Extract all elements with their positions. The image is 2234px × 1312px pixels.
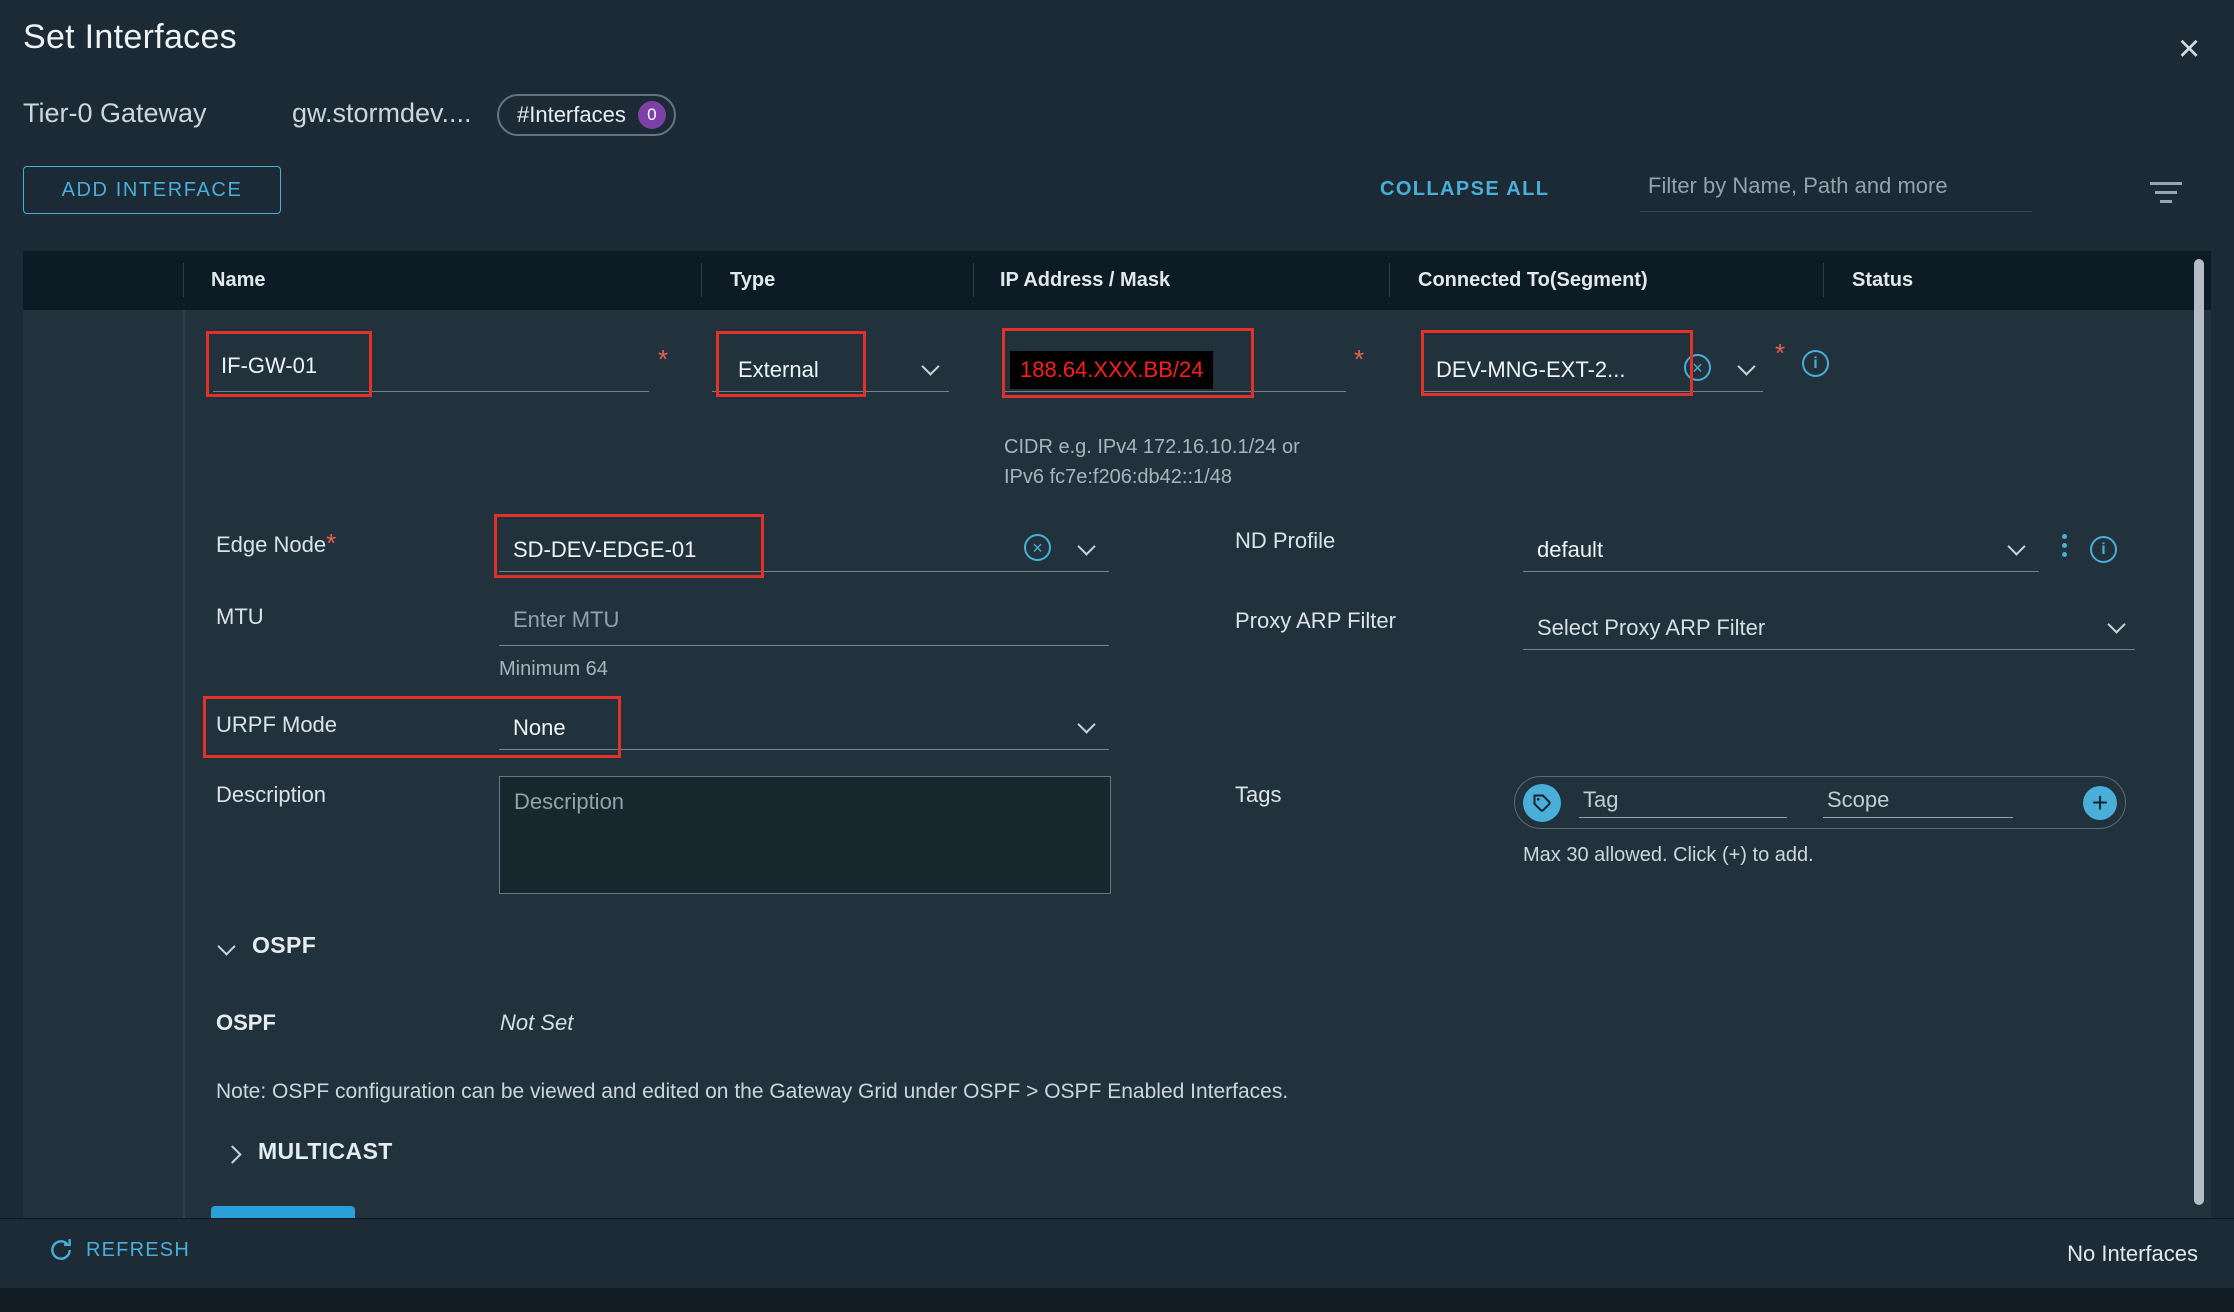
edge-node-label: Edge Node* [216,528,336,559]
collapse-all-button[interactable]: COLLAPSE ALL [1380,178,1549,201]
type-value: External [738,357,819,383]
column-divider [1389,263,1390,297]
edge-node-required-marker: * [326,528,336,558]
proxy-arp-value: Select Proxy ARP Filter [1537,615,1765,641]
column-divider [701,263,702,297]
footer-bar: REFRESH No Interfaces [0,1218,2234,1288]
info-icon[interactable]: i [2090,536,2117,563]
chevron-down-icon [1737,357,1755,375]
refresh-icon [48,1237,74,1263]
column-divider [1823,263,1824,297]
ip-helper-line2: IPv6 fc7e:f206:db42::1/48 [1004,466,1232,489]
table-header-row: Name Type IP Address / Mask Connected To… [23,251,2211,310]
mtu-input[interactable] [499,602,1109,646]
column-header-type: Type [730,269,775,292]
column-divider [973,263,974,297]
column-header-status: Status [1852,269,1913,292]
column-header-ip: IP Address / Mask [1000,269,1170,292]
breadcrumb-gateway-name: gw.stormdev.... [292,98,472,129]
mtu-helper: Minimum 64 [499,658,608,681]
connected-to-select[interactable]: DEV-MNG-EXT-2... × [1422,348,1763,392]
tag-input[interactable] [1579,787,1787,818]
ospf-section-toggle[interactable]: OSPF [220,932,316,968]
type-select[interactable]: External [712,348,949,392]
ip-helper-line1: CIDR e.g. IPv4 172.16.10.1/24 or [1004,436,1300,459]
nd-profile-label: ND Profile [1235,528,1335,554]
tags-helper: Max 30 allowed. Click (+) to add. [1523,844,1814,867]
column-header-name: Name [211,269,265,292]
info-icon[interactable]: i [1802,350,1829,377]
urpf-mode-value: None [513,715,566,741]
interfaces-count-badge: 0 [638,101,666,129]
tags-control: + [1514,776,2126,829]
set-interfaces-dialog: Set Interfaces × Tier-0 Gateway gw.storm… [0,0,2234,1312]
description-label: Description [216,782,326,808]
ip-address-field[interactable]: 188.64.XXX.BB/24 [1004,348,1346,392]
ospf-field-label: OSPF [216,1010,276,1036]
edge-node-value: SD-DEV-EDGE-01 [513,537,696,563]
chevron-down-icon [921,357,939,375]
urpf-mode-select[interactable]: None [499,706,1109,750]
filter-icon[interactable] [2146,182,2186,203]
bottom-strip [0,1288,2234,1312]
scrollbar-track [2192,255,2206,1213]
row-edge-line [183,310,185,1218]
chevron-down-icon [2007,537,2025,555]
proxy-arp-label: Proxy ARP Filter [1235,608,1396,634]
refresh-button[interactable]: REFRESH [48,1237,190,1263]
filter-input[interactable] [1640,168,2032,212]
tag-icon [1523,784,1561,822]
multicast-section-toggle[interactable]: MULTICAST [226,1138,393,1174]
name-input[interactable] [213,348,649,392]
tags-label: Tags [1235,782,1281,808]
ospf-section-label: OSPF [252,932,316,958]
add-tag-button[interactable]: + [2083,786,2117,820]
ip-required-marker: * [1354,344,1364,375]
add-interface-button[interactable]: ADD INTERFACE [23,166,281,214]
kebab-menu-icon[interactable] [2058,530,2070,561]
chevron-down-icon [217,937,235,955]
interfaces-tag-pill[interactable]: #Interfaces 0 [497,94,676,136]
nd-profile-value: default [1537,537,1603,563]
multicast-section-label: MULTICAST [258,1138,393,1164]
close-icon[interactable]: × [2178,30,2200,68]
chevron-right-icon [223,1145,241,1163]
clear-selection-icon[interactable]: × [1024,534,1051,561]
chevron-down-icon [1077,715,1095,733]
scope-input[interactable] [1823,787,2013,818]
refresh-label: REFRESH [86,1239,190,1262]
connected-to-value: DEV-MNG-EXT-2... [1436,357,1625,383]
scrollbar-thumb[interactable] [2194,259,2204,1205]
connected-required-marker: * [1775,338,1785,369]
urpf-mode-label: URPF Mode [216,712,337,738]
interfaces-tag-label: #Interfaces [517,102,626,128]
chevron-down-icon [1077,537,1095,555]
name-required-marker: * [658,344,668,375]
ospf-value: Not Set [500,1010,573,1036]
page-title: Set Interfaces [23,18,237,57]
ospf-note: Note: OSPF configuration can be viewed a… [216,1080,1288,1104]
mtu-label: MTU [216,604,264,630]
nd-profile-select[interactable]: default [1523,528,2039,572]
clear-selection-icon[interactable]: × [1684,354,1711,381]
column-divider [183,263,184,297]
breadcrumb-gateway-type: Tier-0 Gateway [23,98,207,129]
ip-address-value: 188.64.XXX.BB/24 [1010,351,1213,389]
save-button-partial[interactable] [211,1206,355,1218]
proxy-arp-select[interactable]: Select Proxy ARP Filter [1523,606,2135,650]
column-header-connected: Connected To(Segment) [1418,269,1648,292]
chevron-down-icon [2107,615,2125,633]
description-textarea[interactable] [499,776,1111,894]
edge-node-select[interactable]: SD-DEV-EDGE-01 × [499,528,1109,572]
row-count-status: No Interfaces [2067,1241,2198,1267]
